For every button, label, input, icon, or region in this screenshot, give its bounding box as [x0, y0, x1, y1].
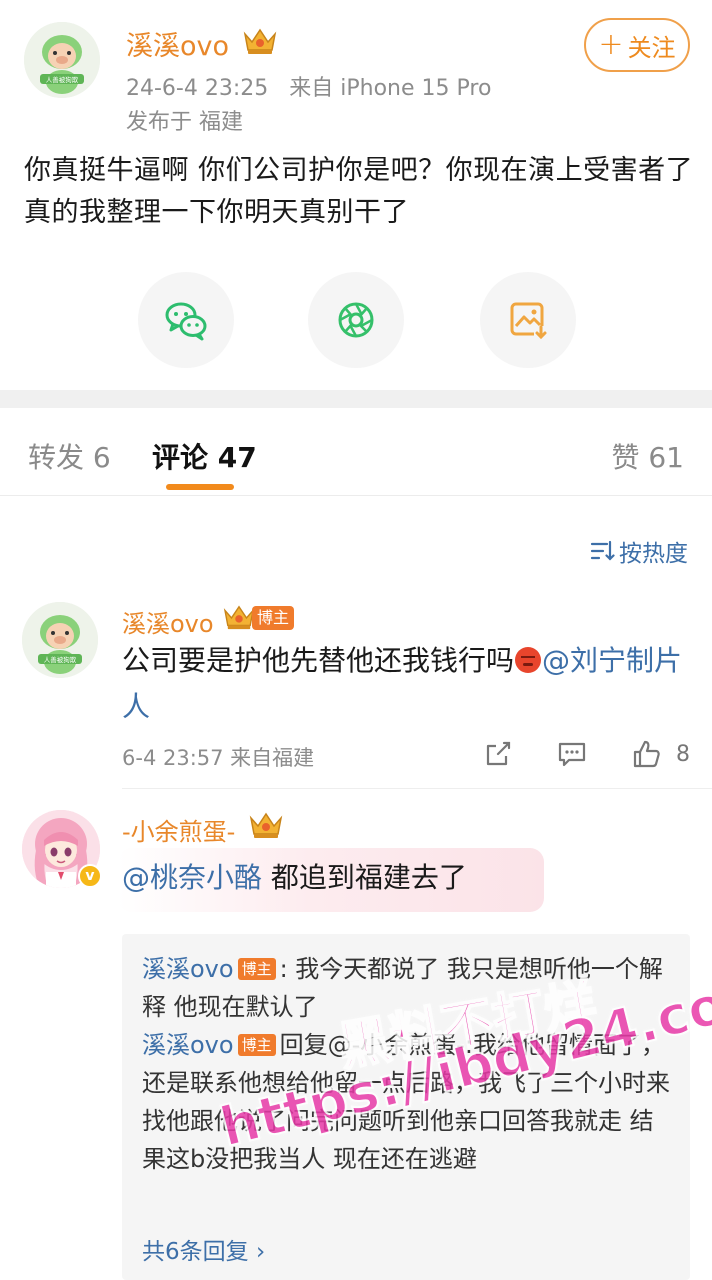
plus-icon: +: [598, 27, 624, 62]
post-timestamp: 24-6-4 23:25: [126, 76, 269, 101]
save-image-button[interactable]: [480, 272, 576, 368]
crown-icon: [242, 26, 278, 56]
comment-reply-button[interactable]: [556, 738, 588, 770]
share-wechat-button[interactable]: [138, 272, 234, 368]
comment-author[interactable]: -小余煎蛋-: [122, 812, 235, 847]
post-header: 人善被狗欺 溪溪ovo 24-6-4 23:25 来自 iPhone 15 Pr…: [0, 0, 712, 140]
follow-button[interactable]: + 关注: [584, 18, 690, 72]
blogger-badge: 博主: [237, 1034, 276, 1056]
share-row: [0, 272, 712, 368]
sort-icon: [590, 540, 615, 561]
blogger-badge: 博主: [252, 606, 295, 630]
avatar-caption: 人善被狗欺: [44, 655, 77, 664]
comment-text: @桃奈小酪 都追到福建去了: [122, 858, 467, 898]
share-icon: [486, 741, 511, 766]
comment-text-body: 都追到福建去了: [262, 861, 467, 894]
crown-icon: [222, 603, 256, 631]
tab-bar: 转发 6 评论 47 赞 61: [0, 408, 712, 496]
mention-link[interactable]: @桃奈小酪: [122, 861, 262, 894]
comment-actions: 8: [480, 738, 700, 774]
blogger-badge: 博主: [237, 958, 276, 980]
post-location: 发布于 福建: [126, 110, 243, 135]
section-divider: [0, 390, 712, 408]
follow-label: 关注: [627, 33, 676, 62]
share-moments-button[interactable]: [308, 272, 404, 368]
comment-like-button[interactable]: 8: [630, 738, 690, 770]
reply-author[interactable]: 溪溪ovo: [142, 1031, 234, 1059]
sort-button[interactable]: 按热度: [589, 534, 688, 568]
avatar-caption: 人善被狗欺: [46, 75, 79, 84]
sort-label: 按热度: [619, 541, 688, 567]
author-name[interactable]: 溪溪ovo: [126, 24, 229, 63]
comment-avatar[interactable]: 人善被狗欺: [22, 602, 98, 678]
comment-icon: [558, 742, 586, 767]
angry-emoji-icon: [515, 647, 542, 673]
author-avatar[interactable]: 人善被狗欺: [24, 22, 100, 98]
comment-share-button[interactable]: [482, 738, 514, 770]
comment-author[interactable]: 溪溪ovo: [122, 604, 214, 639]
tab-likes[interactable]: 赞 61: [611, 436, 684, 476]
moments-icon: [338, 302, 374, 338]
comment-meta: 6-4 23:57 来自福建: [122, 746, 315, 770]
save-image-icon: [510, 302, 548, 340]
tab-comments[interactable]: 评论 47: [152, 436, 257, 476]
like-count: 8: [676, 741, 690, 767]
crown-icon: [248, 810, 284, 840]
comment-text-body: 公司要是护他先替他还我钱行吗: [122, 644, 515, 677]
thumbs-up-icon: [633, 740, 660, 768]
comment-text: 公司要是护他先替他还我钱行吗 @刘宁制片人: [122, 638, 692, 730]
comment-divider: [122, 788, 712, 789]
post-source: 来自 iPhone 15 Pro: [289, 76, 492, 101]
wechat-icon: [165, 302, 207, 341]
more-replies-link[interactable]: 共6条回复 ›: [142, 1232, 265, 1266]
active-tab-indicator: [166, 484, 234, 490]
reply-author[interactable]: 溪溪ovo: [142, 955, 234, 983]
post-text: 你真挺牛逼啊 你们公司护你是吧？你现在演上受害者了 真的我整理一下你明天真别干了: [24, 155, 694, 228]
verified-badge-icon: v: [78, 864, 102, 888]
post-meta: 24-6-4 23:25 来自 iPhone 15 Pro: [126, 70, 491, 102]
tab-repost[interactable]: 转发 6: [28, 436, 111, 476]
